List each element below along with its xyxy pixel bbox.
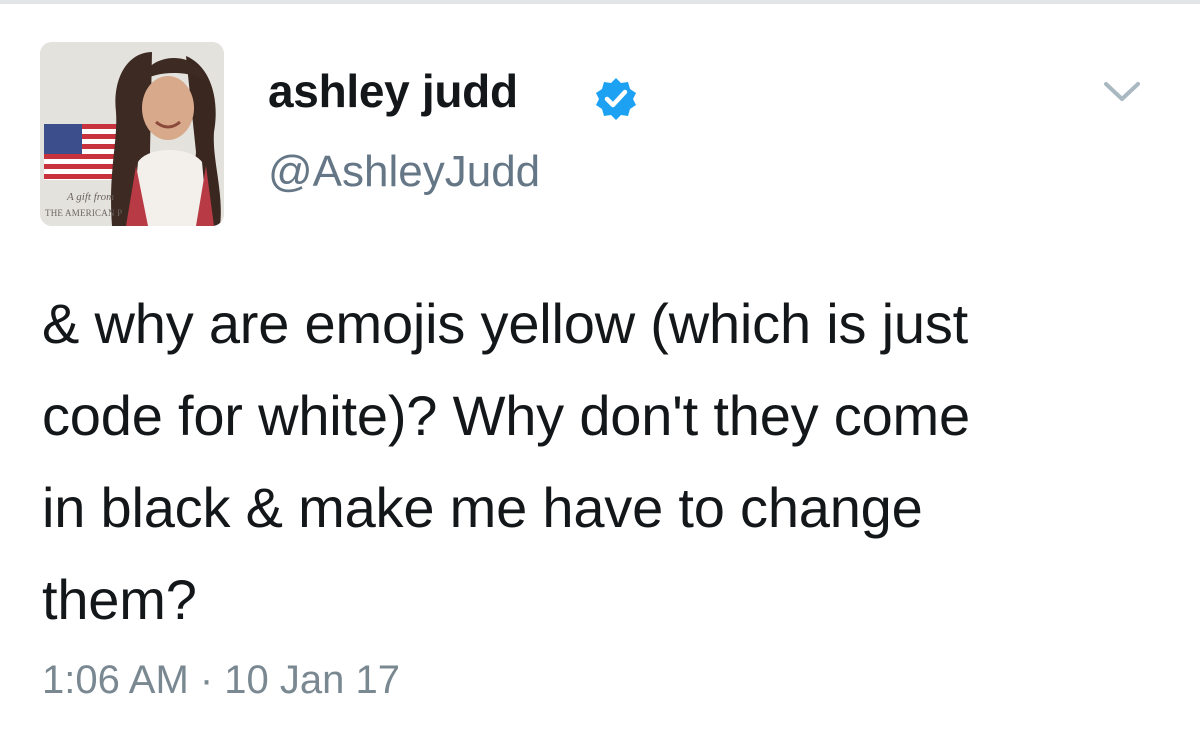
top-divider	[0, 0, 1200, 4]
display-name[interactable]: ashley judd	[268, 68, 518, 114]
user-handle[interactable]: @AshleyJudd	[268, 150, 540, 194]
chevron-down-icon[interactable]	[1100, 78, 1144, 106]
tweet-screenshot: A gift from THE AMERICAN P ashley judd @…	[0, 0, 1200, 740]
avatar[interactable]: A gift from THE AMERICAN P	[40, 42, 224, 226]
avatar-caption-line1: A gift from	[67, 192, 115, 203]
verified-badge-icon	[596, 78, 636, 120]
avatar-caption-line2: THE AMERICAN P	[45, 208, 123, 218]
avatar-caption: A gift from THE AMERICAN P	[45, 192, 155, 218]
tweet-text: & why are emojis yellow (which is just c…	[42, 292, 970, 631]
tweet-timestamp[interactable]: 1:06 AM · 10 Jan 17	[42, 660, 400, 700]
